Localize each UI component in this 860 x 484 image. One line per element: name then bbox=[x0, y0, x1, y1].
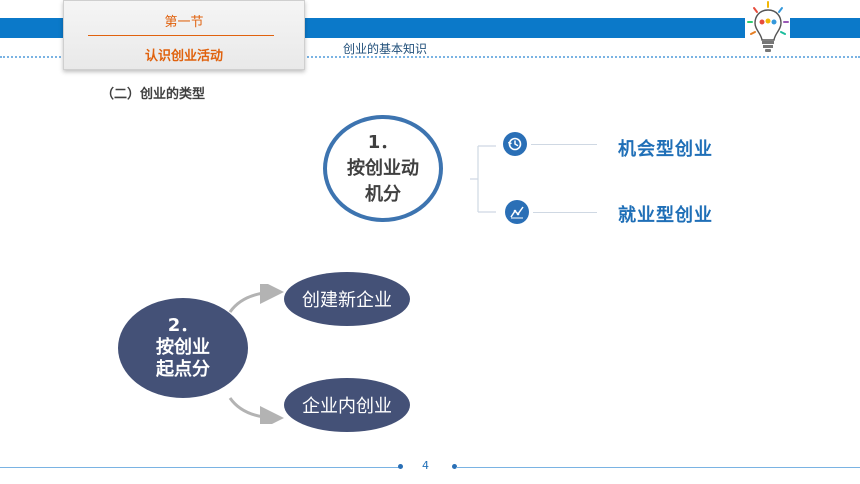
chart-icon bbox=[505, 200, 529, 224]
idea-bulb-icon bbox=[747, 1, 789, 52]
employment-type-label: 就业型创业 bbox=[618, 205, 713, 226]
header-bar-middle bbox=[302, 18, 745, 38]
motive-bracket bbox=[470, 145, 496, 213]
new-enterprise-pill: 创建新企业 bbox=[284, 272, 410, 326]
header-bar-right bbox=[790, 18, 860, 38]
motive-category-circle: 1． 按创业动 机分 bbox=[323, 115, 443, 222]
page-heading: （二）创业的类型 bbox=[101, 87, 206, 102]
section-number: 第一节 bbox=[164, 15, 204, 30]
header-subtitle: 创业的基本知识 bbox=[343, 42, 428, 56]
motive-number: 1． bbox=[367, 131, 399, 153]
connector-employment bbox=[533, 212, 597, 213]
page-number: 4 bbox=[422, 459, 429, 472]
history-icon bbox=[503, 132, 527, 156]
section-card: 第一节 认识创业活动 bbox=[63, 0, 305, 70]
connector-opportunity bbox=[531, 144, 597, 145]
origin-label-line2: 起点分 bbox=[156, 359, 210, 380]
header-bar-left bbox=[0, 18, 64, 38]
origin-number: 2． bbox=[167, 315, 199, 336]
motive-label-line1: 按创业动 bbox=[347, 157, 419, 179]
intrapreneurship-pill: 企业内创业 bbox=[284, 378, 410, 432]
footer-line-right bbox=[456, 467, 860, 468]
footer-line-left bbox=[0, 467, 400, 468]
section-title: 认识创业活动 bbox=[144, 49, 223, 64]
motive-label-line2: 机分 bbox=[365, 183, 401, 205]
section-divider bbox=[88, 35, 274, 36]
origin-label-line1: 按创业 bbox=[156, 337, 210, 358]
opportunity-type-label: 机会型创业 bbox=[618, 139, 713, 160]
footer-dot-left bbox=[398, 464, 403, 469]
